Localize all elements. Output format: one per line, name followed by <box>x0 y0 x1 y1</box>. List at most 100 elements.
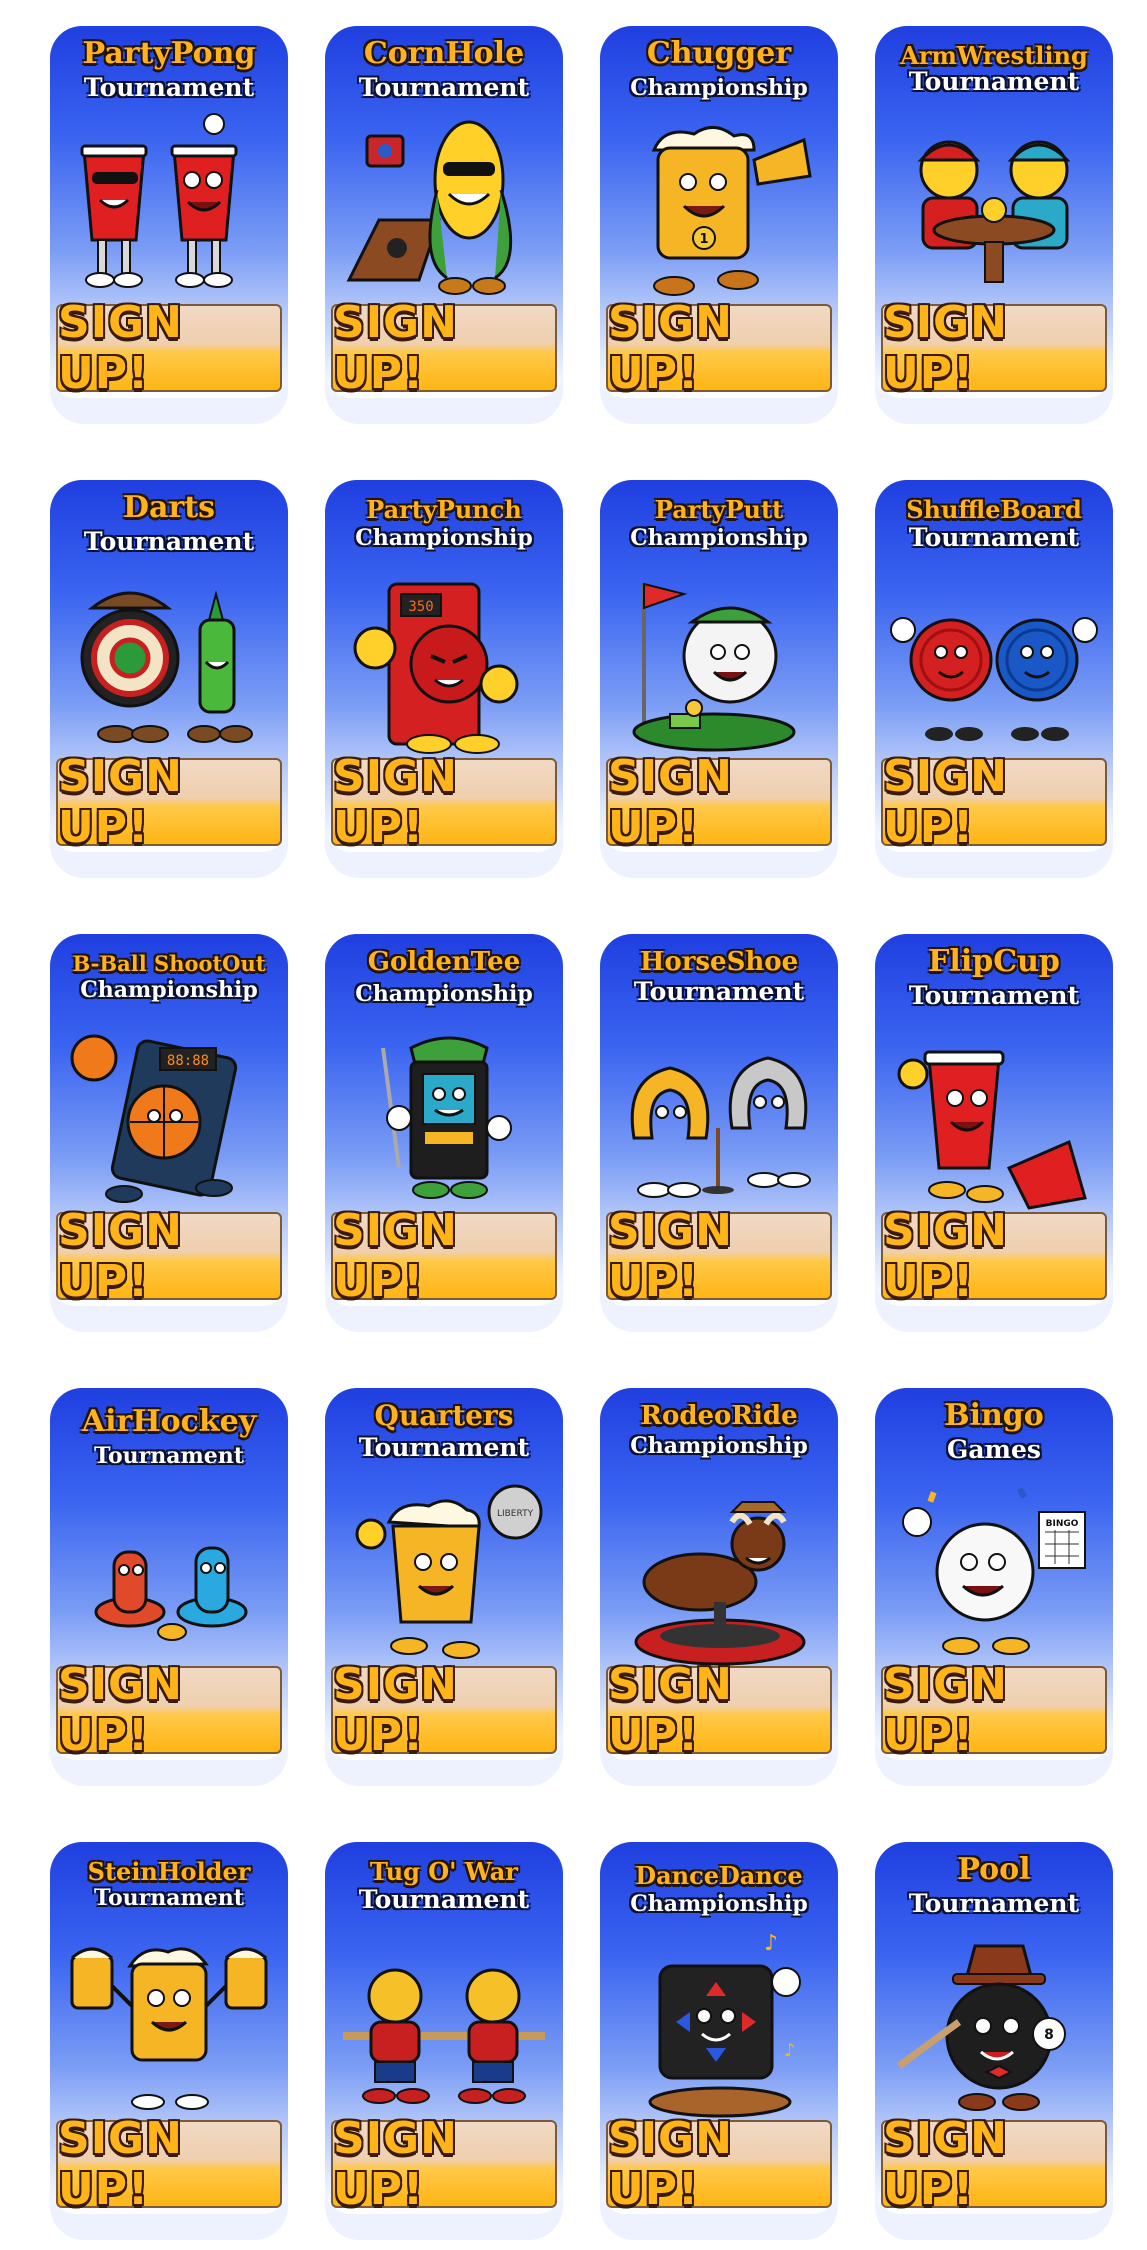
horseshoe-mascots-icon <box>630 1056 811 1198</box>
event-card-partyputt[interactable]: PartyPutt Championship SIGN UP! <box>600 480 838 878</box>
event-card-goldentee[interactable]: GoldenTee Championship SIGN UP! <box>325 934 563 1332</box>
basketball-hoop-icon: 88:88 <box>70 1034 238 1203</box>
card-subtitle: Championship <box>630 1433 808 1459</box>
card-panel: FlipCup Tournament SIGN UP! <box>875 934 1113 1306</box>
card-panel: RodeoRide Championship SIGN UP! <box>600 1388 838 1760</box>
eight-ball-mascot-icon: 8 <box>896 1944 1066 2111</box>
card-panel: GoldenTee Championship SIGN UP! <box>325 934 563 1306</box>
card-panel: Chugger Championship 1 SIGN UP! <box>600 26 838 398</box>
tug-of-war-icon <box>343 1968 545 2104</box>
card-title: RodeoRide <box>640 1401 798 1431</box>
event-card-shuffleboard[interactable]: ShuffleBoard Tournament SIGN UP! <box>875 480 1113 878</box>
event-card-bball-shootout[interactable]: B-Ball ShootOut Championship 88:88 SIGN … <box>50 934 288 1332</box>
card-panel: Pool Tournament 8 SIGN UP! <box>875 1842 1113 2214</box>
card-panel: PartyPong Tournament SIGN UP! <box>50 26 288 398</box>
coin-text: LIBERTY <box>497 1509 534 1519</box>
card-title: Bingo <box>944 1398 1044 1433</box>
sign-up-button[interactable]: SIGN UP! <box>331 2113 557 2214</box>
card-title: GoldenTee <box>367 947 521 977</box>
event-card-partypunch[interactable]: PartyPunch Championship 350 SIGN UP! <box>325 480 563 878</box>
svg-text:♪: ♪ <box>764 1931 778 1956</box>
shuffleboard-pucks-icon <box>890 617 1098 741</box>
card-title: FlipCup <box>928 944 1060 979</box>
card-subtitle: Tournament <box>908 981 1080 1010</box>
punching-machine-icon: 350 <box>353 582 519 754</box>
sign-up-button[interactable]: SIGN UP! <box>56 1205 282 1306</box>
corn-mascot-icon <box>346 120 513 295</box>
sign-up-button[interactable]: SIGN UP! <box>56 751 282 852</box>
sign-up-button[interactable]: SIGN UP! <box>56 297 282 398</box>
card-title: Chugger <box>646 36 792 71</box>
sign-up-button[interactable]: SIGN UP! <box>881 2113 1107 2214</box>
card-panel: HorseShoe Tournament SIGN UP! <box>600 934 838 1306</box>
card-subtitle: Tournament <box>908 67 1080 96</box>
event-card-quarters[interactable]: Quarters Tournament LIBERTY SIGN UP! <box>325 1388 563 1786</box>
card-panel: ArmWrestling Tournament SIGN UP! <box>875 26 1113 398</box>
card-title: HorseShoe <box>639 947 799 977</box>
card-subtitle: Tournament <box>908 1889 1080 1918</box>
card-panel: AirHockey Tournament SIGN UP! <box>50 1388 288 1760</box>
event-grid: PartyPong Tournament SIGN UP! CornHole T… <box>50 26 1113 2240</box>
card-subtitle: Championship <box>355 981 533 1007</box>
sign-up-button[interactable]: SIGN UP! <box>881 1205 1107 1306</box>
air-hockey-paddles-icon <box>94 1546 248 1641</box>
event-card-rodeoride[interactable]: RodeoRide Championship SIGN UP! <box>600 1388 838 1786</box>
card-panel: CornHole Tournament SIGN UP! <box>325 26 563 398</box>
event-card-darts[interactable]: Darts Tournament SIGN UP! <box>50 480 288 878</box>
card-title: PartyPutt <box>654 495 784 524</box>
card-subtitle: Tournament <box>908 523 1080 552</box>
event-card-cornhole[interactable]: CornHole Tournament SIGN UP! <box>325 26 563 424</box>
golf-ball-mascot-icon <box>632 582 796 752</box>
sign-up-button[interactable]: SIGN UP! <box>331 1659 557 1760</box>
card-subtitle: Championship <box>80 977 258 1003</box>
flip-cups-icon <box>897 1050 1087 1210</box>
event-card-flipcup[interactable]: FlipCup Tournament SIGN UP! <box>875 934 1113 1332</box>
svg-text:♪: ♪ <box>784 2040 796 2061</box>
sign-up-button[interactable]: SIGN UP! <box>881 297 1107 398</box>
beer-mug-mascot-icon: 1 <box>651 126 812 296</box>
card-title: PartyPunch <box>366 495 522 524</box>
card-title: Darts <box>122 490 215 525</box>
sign-up-button[interactable]: SIGN UP! <box>881 1659 1107 1760</box>
event-card-armwrestling[interactable]: ArmWrestling Tournament SIGN UP! <box>875 26 1113 424</box>
card-panel: Darts Tournament SIGN UP! <box>50 480 288 852</box>
sign-up-button[interactable]: SIGN UP! <box>331 751 557 852</box>
sign-up-button[interactable]: SIGN UP! <box>606 1659 832 1760</box>
arm-wrestling-icon <box>917 140 1071 283</box>
sign-up-button[interactable]: SIGN UP! <box>606 2113 832 2214</box>
bingo-ball-icon: BINGO <box>902 1487 1086 1655</box>
event-card-steinholder[interactable]: SteinHolder Tournament SIGN UP! <box>50 1842 288 2240</box>
event-card-chugger[interactable]: Chugger Championship 1 SIGN UP! <box>600 26 838 424</box>
sign-up-button[interactable]: SIGN UP! <box>56 1659 282 1760</box>
event-card-airhockey[interactable]: AirHockey Tournament SIGN UP! <box>50 1388 288 1786</box>
punch-score: 350 <box>408 599 433 615</box>
card-title: Tug O' War <box>370 1857 518 1886</box>
card-panel: B-Ball ShootOut Championship 88:88 SIGN … <box>50 934 288 1306</box>
sign-up-button[interactable]: SIGN UP! <box>331 1205 557 1306</box>
event-card-partypong[interactable]: PartyPong Tournament SIGN UP! <box>50 26 288 424</box>
event-card-bingo[interactable]: Bingo Games BINGO SIGN UP! <box>875 1388 1113 1786</box>
event-card-pool[interactable]: Pool Tournament 8 SIGN UP! <box>875 1842 1113 2240</box>
event-card-tug-o-war[interactable]: Tug O' War Tournament SIGN UP! <box>325 1842 563 2240</box>
card-title: CornHole <box>363 36 525 71</box>
card-subtitle: Tournament <box>94 1443 244 1469</box>
card-panel: PartyPunch Championship 350 SIGN UP! <box>325 480 563 852</box>
card-title: AirHockey <box>81 1404 257 1439</box>
sign-up-button[interactable]: SIGN UP! <box>56 2113 282 2214</box>
sign-up-button[interactable]: SIGN UP! <box>606 751 832 852</box>
card-panel: Bingo Games BINGO SIGN UP! <box>875 1388 1113 1760</box>
card-panel: PartyPutt Championship SIGN UP! <box>600 480 838 852</box>
sign-up-button[interactable]: SIGN UP! <box>606 1205 832 1306</box>
sign-up-button[interactable]: SIGN UP! <box>881 751 1107 852</box>
stein-holder-icon <box>70 1947 268 2110</box>
event-card-dancedance[interactable]: DanceDance Championship ♪ ♪ SIGN UP! <box>600 1842 838 2240</box>
dance-pad-icon: ♪ ♪ <box>648 1931 801 2118</box>
sign-up-button[interactable]: SIGN UP! <box>606 297 832 398</box>
event-card-horseshoe[interactable]: HorseShoe Tournament SIGN UP! <box>600 934 838 1332</box>
arcade-cabinet-icon <box>381 1036 512 1199</box>
pool-ball-label: 8 <box>1044 2027 1054 2043</box>
sign-up-button[interactable]: SIGN UP! <box>331 297 557 398</box>
bingo-card-label: BINGO <box>1046 1519 1079 1529</box>
card-title: Quarters <box>374 1399 514 1432</box>
card-panel: SteinHolder Tournament SIGN UP! <box>50 1842 288 2214</box>
